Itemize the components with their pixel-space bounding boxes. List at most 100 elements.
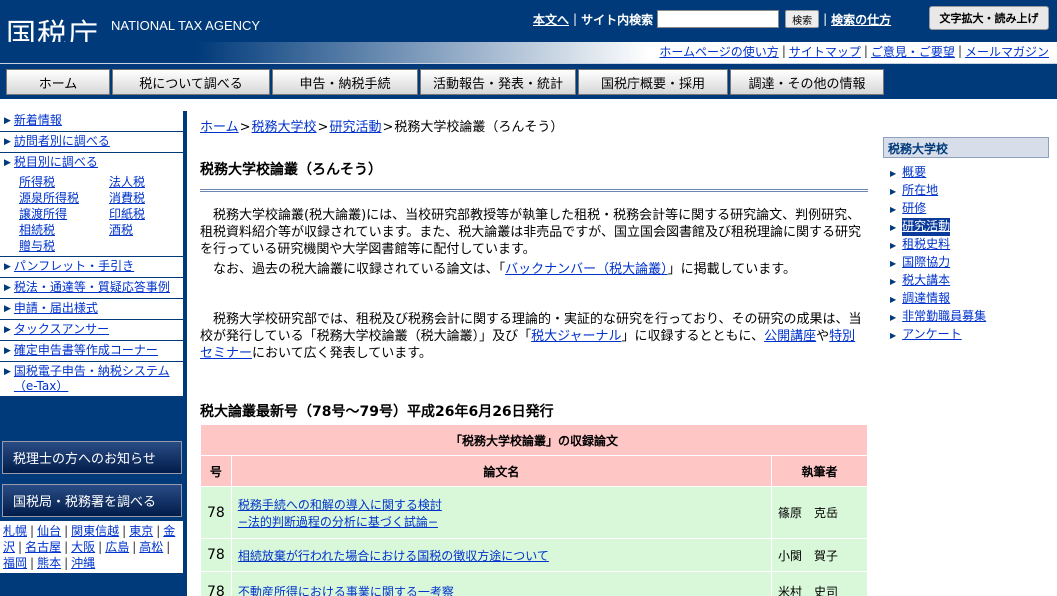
paper-author: 篠原 克岳 bbox=[771, 486, 868, 539]
backnumber-paragraph: なお、過去の税大論叢に収録されている論文は、「バックナンバー（税大論叢）」に掲載… bbox=[213, 262, 796, 277]
search-button[interactable]: 検索 bbox=[785, 10, 820, 28]
right-nav-item-procurement[interactable]: ▶ 調達情報 bbox=[883, 290, 1049, 308]
region-links: 札幌 | 仙台 | 関東信越 | 東京 | 金沢 | 名古屋 | 大阪 | 広島 | 高松 |福岡 | 熊本 | 沖縄 bbox=[0, 521, 183, 573]
gnav-reports-stats[interactable]: 活動報告・発表・統計 bbox=[420, 69, 576, 95]
right-nav-item-overview[interactable]: ▶ 概要 bbox=[883, 164, 1049, 182]
right-sidebar: 税務大学校 ▶ 概要 ▶ 所在地 ▶ 研修 ▶ 研究活動 ▶ 租税史料 ▶ 国際協力 ▶ 税大… bbox=[883, 137, 1049, 344]
paper-title-cell: 税務手続への和解の導入に関する検討 −法的判断過程の分析に基づく試論− bbox=[230, 486, 773, 539]
right-nav-item-location[interactable]: ▶ 所在地 bbox=[883, 182, 1049, 200]
region-link[interactable]: 大阪 bbox=[71, 540, 95, 554]
arrow-right-icon: ▶ bbox=[4, 325, 11, 335]
research-paragraph: 税務大学校研究部では、租税及び税務会計に関する理論的・実証的な研究を行っており、… bbox=[200, 312, 862, 361]
region-link[interactable]: 仙台 bbox=[37, 524, 61, 538]
left-nav-item[interactable]: ▶ 申請・届出様式 bbox=[0, 299, 183, 320]
journal-link[interactable]: 税大ジャーナル bbox=[531, 329, 621, 344]
tax-link[interactable]: 所得税 bbox=[19, 174, 109, 190]
arrow-right-icon: ▶ bbox=[890, 313, 897, 322]
tax-link[interactable]: 贈与税 bbox=[19, 238, 109, 254]
left-nav: ▶ 新着情報 ▶ 訪問者別に調べる ▶ 税目別に調べる 所得税 法人税 源泉所得税 消… bbox=[0, 111, 183, 397]
right-nav-item-training[interactable]: ▶ 研修 bbox=[883, 200, 1049, 218]
tax-link[interactable]: 印紙税 bbox=[109, 206, 189, 222]
right-nav-item-research[interactable]: ▶ 研究活動 bbox=[883, 218, 1049, 236]
region-link[interactable]: 名古屋 bbox=[25, 540, 61, 554]
left-nav-item-tax-types: ▶ 税目別に調べる 所得税 法人税 源泉所得税 消費税 譲渡所得 印紙税 相続税 … bbox=[0, 153, 183, 257]
right-nav-item-part-time-jobs[interactable]: ▶ 非常勤職員募集 bbox=[883, 308, 1049, 326]
left-nav-item[interactable]: ▶ パンフレット・手引き bbox=[0, 257, 183, 278]
breadcrumb-home[interactable]: ホーム bbox=[200, 120, 239, 135]
tax-link[interactable]: 相続税 bbox=[19, 222, 109, 238]
tax-link[interactable]: 法人税 bbox=[109, 174, 189, 190]
paper-number: 78 bbox=[200, 538, 232, 572]
gnav-filing-payment[interactable]: 申告・納税手続 bbox=[272, 69, 418, 95]
gnav-procurement-other[interactable]: 調達・その他の情報 bbox=[730, 69, 884, 95]
arrow-right-icon: ▶ bbox=[890, 223, 897, 232]
paper-subtitle-link[interactable]: −法的判断過程の分析に基づく試論− bbox=[238, 515, 438, 529]
table-row: 78 相続放棄が行われた場合における国税の徴収方途について 小関 賀子 bbox=[200, 538, 868, 572]
arrow-right-icon: ▶ bbox=[890, 241, 897, 250]
breadcrumb-tax-college[interactable]: 税務大学校 bbox=[252, 120, 317, 135]
left-nav-item[interactable]: ▶ 訪問者別に調べる bbox=[0, 132, 183, 153]
table-row: 78 税務手続への和解の導入に関する検討 −法的判断過程の分析に基づく試論− 篠原… bbox=[200, 486, 868, 539]
font-size-reader-button[interactable]: 文字拡大・読み上げ bbox=[929, 6, 1049, 30]
tax-link[interactable]: 源泉所得税 bbox=[19, 190, 109, 206]
util-link-sitemap[interactable]: サイトマップ bbox=[789, 43, 861, 60]
right-sidebar-title: 税務大学校 bbox=[883, 137, 1049, 158]
right-nav-item-textbooks[interactable]: ▶ 税大講本 bbox=[883, 272, 1049, 290]
region-link[interactable]: 東京 bbox=[129, 524, 153, 538]
region-link[interactable]: 福岡 bbox=[3, 556, 27, 570]
left-nav-item[interactable]: ▶ 確定申告書等作成コーナー bbox=[0, 341, 183, 362]
util-link-mail-magazine[interactable]: メールマガジン bbox=[965, 43, 1049, 60]
region-link[interactable]: 広島 bbox=[105, 540, 129, 554]
site-logo-english: NATIONAL TAX AGENCY bbox=[111, 18, 261, 33]
breadcrumb-current: 税務大学校論叢（ろんそう） bbox=[394, 120, 564, 135]
tax-link[interactable]: 酒税 bbox=[109, 222, 189, 238]
paper-title-link[interactable]: 不動産所得における事業に関する一考察 bbox=[238, 585, 454, 596]
gnav-home[interactable]: ホーム bbox=[6, 69, 110, 95]
site-header: 国税庁 NATIONAL TAX AGENCY 本文へ | サイト内検索 検索 … bbox=[0, 0, 1057, 63]
paper-number: 78 bbox=[200, 571, 232, 596]
util-link-feedback[interactable]: ご意見・ご要望 bbox=[871, 43, 955, 60]
arrow-right-icon: ▶ bbox=[890, 277, 897, 286]
tax-accountant-notice-button[interactable]: 税理士の方へのお知らせ bbox=[2, 441, 182, 474]
utility-links: ホームページの使い方 | サイトマップ | ご意見・ご要望 | メールマガジン bbox=[659, 42, 1049, 60]
table-caption: 「税務大学校論叢」の収録論文 bbox=[200, 424, 868, 456]
arrow-right-icon: ▶ bbox=[4, 304, 11, 314]
gnav-tax-research[interactable]: 税について調べる bbox=[112, 69, 270, 95]
gnav-agency-overview[interactable]: 国税庁概要・採用 bbox=[578, 69, 728, 95]
right-nav-item-survey[interactable]: ▶ アンケート bbox=[883, 326, 1049, 344]
separator: | bbox=[823, 12, 828, 26]
arrow-right-icon: ▶ bbox=[890, 187, 897, 196]
arrow-right-icon: ▶ bbox=[4, 116, 11, 126]
paper-title-link[interactable]: 相続放棄が行われた場合における国税の徴収方途について bbox=[238, 549, 549, 563]
breadcrumb-research[interactable]: 研究活動 bbox=[329, 120, 381, 135]
separator: | bbox=[957, 44, 962, 58]
region-link[interactable]: 高松 bbox=[139, 540, 163, 554]
header-gradient-band bbox=[0, 42, 650, 63]
region-link[interactable]: 熊本 bbox=[37, 556, 61, 570]
left-nav-item[interactable]: ▶ 税法・通達等・質疑応答事例 bbox=[0, 278, 183, 299]
tax-type-grid: 所得税 法人税 源泉所得税 消費税 譲渡所得 印紙税 相続税 酒税 贈与税 bbox=[4, 174, 181, 254]
page-title: 税務大学校論叢（ろんそう） bbox=[200, 159, 868, 192]
paper-author: 米村 史司 bbox=[771, 571, 868, 596]
paper-author: 小関 賀子 bbox=[771, 538, 868, 572]
tax-link[interactable]: 譲渡所得 bbox=[19, 206, 109, 222]
backnumber-link[interactable]: バックナンバー（税大論叢） bbox=[505, 262, 668, 277]
right-nav-item-international[interactable]: ▶ 国際協力 bbox=[883, 254, 1049, 272]
skip-to-content-link[interactable]: 本文へ bbox=[533, 11, 569, 28]
left-nav-item[interactable]: ▶ 新着情報 bbox=[0, 111, 183, 132]
util-link-howto[interactable]: ホームページの使い方 bbox=[659, 43, 778, 60]
public-lecture-link[interactable]: 公開講座 bbox=[764, 329, 816, 344]
left-nav-item[interactable]: ▶ タックスアンサー bbox=[0, 320, 183, 341]
search-input[interactable] bbox=[657, 10, 780, 28]
region-link[interactable]: 関東信越 bbox=[71, 524, 119, 538]
bureau-office-search-button[interactable]: 国税局・税務署を調べる bbox=[2, 484, 182, 517]
left-nav-item[interactable]: ▶ 国税電子申告・納税システム（e-Tax） bbox=[0, 362, 183, 397]
separator: | bbox=[863, 44, 868, 58]
region-link[interactable]: 札幌 bbox=[3, 524, 27, 538]
paper-title-link[interactable]: 税務手続への和解の導入に関する検討 bbox=[238, 498, 442, 512]
col-header-author: 執筆者 bbox=[771, 455, 868, 487]
search-help-link[interactable]: 検索の仕方 bbox=[831, 11, 891, 28]
region-link[interactable]: 沖縄 bbox=[71, 556, 95, 570]
tax-link[interactable]: 消費税 bbox=[109, 190, 189, 206]
right-nav-item-tax-history[interactable]: ▶ 租税史料 bbox=[883, 236, 1049, 254]
